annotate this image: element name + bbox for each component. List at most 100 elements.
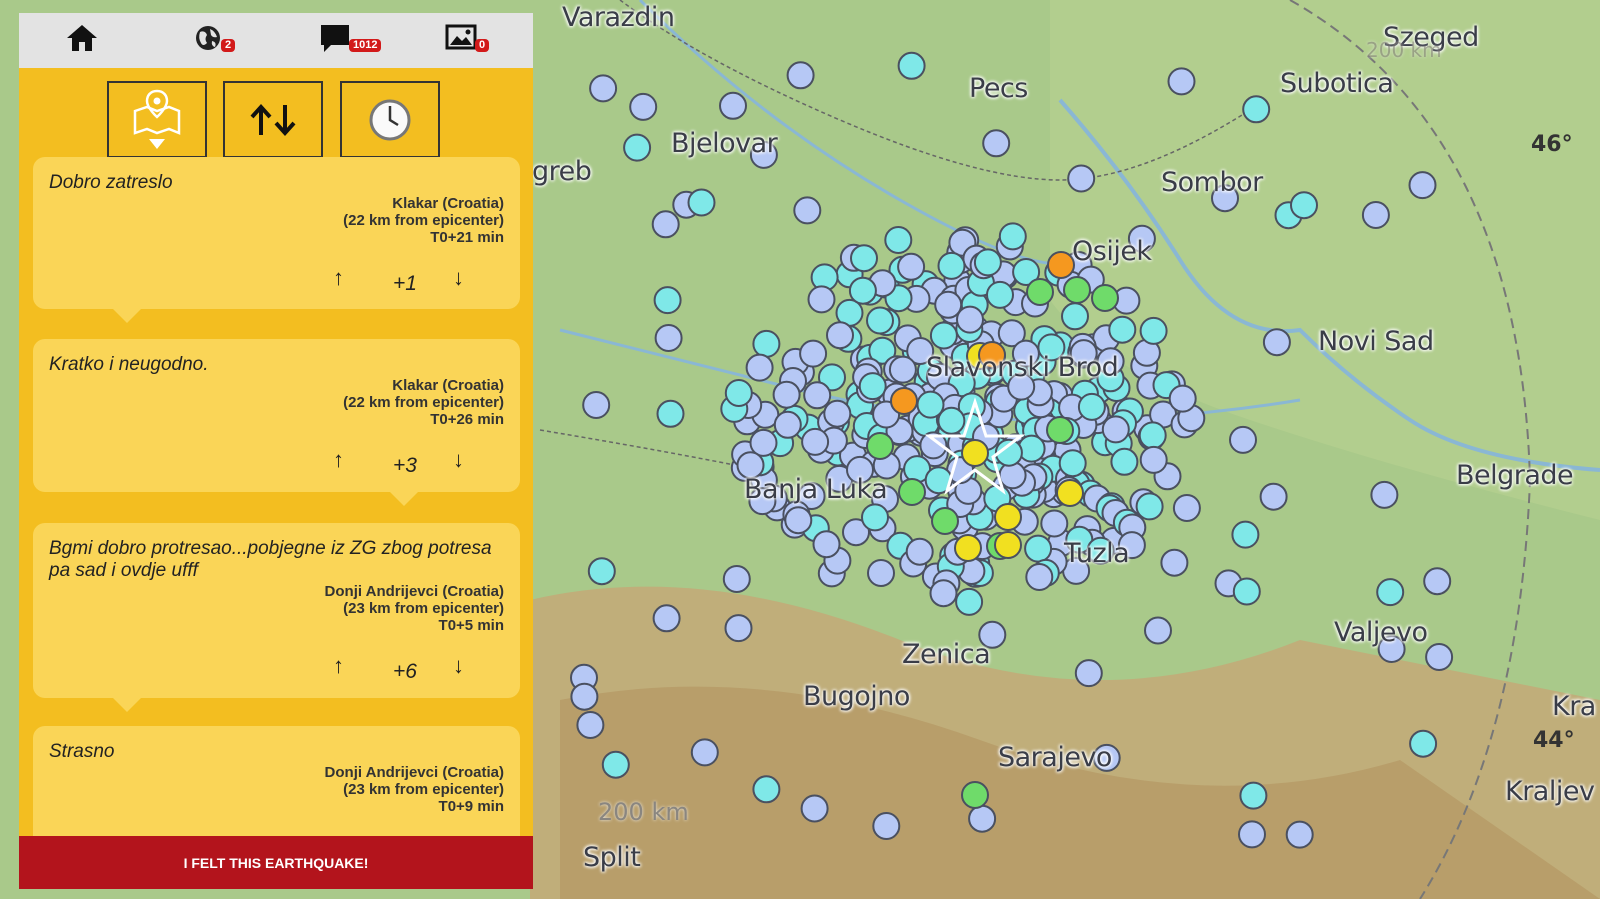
intensity-report-marker[interactable] (784, 506, 813, 535)
intensity-report-marker[interactable] (719, 91, 747, 120)
intensity-report-marker[interactable] (1063, 276, 1091, 304)
intensity-report-marker[interactable] (823, 399, 852, 428)
intensity-report-marker[interactable] (897, 51, 926, 80)
intensity-report-marker[interactable] (1285, 820, 1314, 849)
intensity-report-marker[interactable] (752, 775, 781, 804)
intensity-report-marker[interactable] (998, 222, 1027, 251)
intensity-report-marker[interactable] (968, 804, 997, 833)
intensity-report-marker[interactable] (961, 439, 989, 467)
intensity-report-marker[interactable] (866, 432, 894, 460)
intensity-report-marker[interactable] (956, 305, 984, 334)
intensity-report-marker[interactable] (800, 794, 829, 823)
intensity-report-marker[interactable] (772, 380, 801, 409)
intensity-report-marker[interactable] (955, 587, 984, 616)
intensity-report-marker[interactable] (799, 339, 828, 368)
intensity-report-marker[interactable] (898, 478, 926, 506)
downvote-button[interactable]: ↓ (453, 447, 464, 473)
intensity-report-marker[interactable] (745, 353, 774, 382)
intensity-report-marker[interactable] (1144, 616, 1172, 645)
intensity-report-marker[interactable] (1239, 781, 1268, 810)
intensity-report-marker[interactable] (1067, 164, 1096, 193)
intensity-report-marker[interactable] (916, 390, 945, 419)
intensity-report-marker[interactable] (623, 133, 652, 162)
intensity-report-marker[interactable] (654, 324, 683, 352)
comments-button[interactable]: 1012 (319, 23, 382, 59)
intensity-report-marker[interactable] (1058, 449, 1087, 478)
intensity-report-marker[interactable] (867, 559, 895, 587)
intensity-report-marker[interactable] (1290, 191, 1318, 220)
intensity-report-marker[interactable] (807, 285, 836, 314)
intensity-report-marker[interactable] (1238, 820, 1266, 849)
intensity-report-marker[interactable] (1056, 479, 1084, 507)
photos-button[interactable]: 0 (445, 23, 490, 59)
intensity-report-marker[interactable] (576, 711, 605, 739)
intensity-report-marker[interactable] (1046, 416, 1074, 444)
intensity-report-marker[interactable] (1423, 567, 1452, 596)
felt-earthquake-button[interactable]: I FELT THIS EARTHQUAKE! (19, 836, 533, 889)
intensity-report-marker[interactable] (1376, 578, 1405, 607)
intensity-report-marker[interactable] (872, 812, 901, 840)
upvote-button[interactable]: ↑ (333, 447, 344, 473)
intensity-report-marker[interactable] (1025, 563, 1054, 591)
intensity-report-marker[interactable] (1232, 577, 1261, 606)
intensity-report-marker[interactable] (954, 534, 982, 562)
intensity-report-marker[interactable] (929, 321, 958, 350)
intensity-report-marker[interactable] (1074, 659, 1103, 688)
intensity-report-marker[interactable] (884, 226, 913, 254)
intensity-report-marker[interactable] (890, 387, 918, 415)
intensity-report-marker[interactable] (752, 329, 781, 358)
intensity-report-marker[interactable] (724, 614, 753, 643)
intensity-report-marker[interactable] (1024, 534, 1053, 563)
intensity-report-marker[interactable] (826, 321, 854, 350)
intensity-report-marker[interactable] (937, 251, 966, 280)
intensity-report-marker[interactable] (801, 427, 830, 456)
downvote-button[interactable]: ↓ (453, 653, 464, 679)
intensity-report-marker[interactable] (897, 252, 926, 281)
intensity-report-marker[interactable] (629, 92, 658, 121)
intensity-report-marker[interactable] (1167, 67, 1196, 96)
home-button[interactable] (65, 23, 105, 59)
intensity-report-marker[interactable] (812, 530, 841, 559)
intensity-report-marker[interactable] (724, 379, 753, 407)
sort-button[interactable] (223, 81, 323, 158)
intensity-report-marker[interactable] (1139, 316, 1168, 345)
intensity-report-marker[interactable] (793, 196, 822, 225)
intensity-report-marker[interactable] (1138, 421, 1167, 450)
intensity-report-marker[interactable] (601, 750, 630, 779)
intensity-report-marker[interactable] (905, 537, 934, 566)
intensity-report-marker[interactable] (690, 738, 719, 767)
intensity-report-marker[interactable] (786, 61, 815, 90)
intensity-report-marker[interactable] (651, 210, 680, 239)
intensity-report-marker[interactable] (1108, 315, 1137, 344)
intensity-report-marker[interactable] (1110, 447, 1139, 476)
intensity-report-marker[interactable] (1026, 278, 1054, 306)
intensity-report-marker[interactable] (973, 248, 1002, 277)
intensity-report-marker[interactable] (929, 579, 958, 608)
intensity-report-marker[interactable] (773, 410, 802, 439)
location-filter-button[interactable] (107, 81, 207, 158)
intensity-report-marker[interactable] (1361, 201, 1390, 229)
intensity-report-marker[interactable] (1259, 482, 1288, 511)
upvote-button[interactable]: ↑ (333, 653, 344, 679)
intensity-report-marker[interactable] (1061, 302, 1089, 331)
intensity-report-marker[interactable] (986, 280, 1014, 309)
intensity-report-marker[interactable] (961, 781, 989, 809)
intensity-report-marker[interactable] (687, 188, 716, 217)
intensity-report-marker[interactable] (653, 286, 682, 315)
intensity-report-marker[interactable] (1077, 392, 1106, 421)
intensity-report-marker[interactable] (1091, 284, 1119, 312)
intensity-report-marker[interactable] (1139, 445, 1168, 474)
intensity-report-marker[interactable] (931, 507, 959, 535)
intensity-report-marker[interactable] (1172, 494, 1201, 522)
intensity-report-marker[interactable] (1409, 729, 1438, 758)
intensity-report-marker[interactable] (1262, 328, 1291, 357)
intensity-report-marker[interactable] (722, 565, 751, 593)
intensity-report-marker[interactable] (850, 244, 878, 273)
upvote-button[interactable]: ↑ (333, 265, 344, 291)
intensity-report-marker[interactable] (582, 391, 611, 419)
intensity-report-marker[interactable] (888, 355, 917, 384)
intensity-report-marker[interactable] (848, 276, 877, 305)
intensity-report-marker[interactable] (1425, 643, 1454, 671)
intensity-report-marker[interactable] (589, 74, 618, 103)
intensity-report-marker[interactable] (1040, 509, 1069, 538)
